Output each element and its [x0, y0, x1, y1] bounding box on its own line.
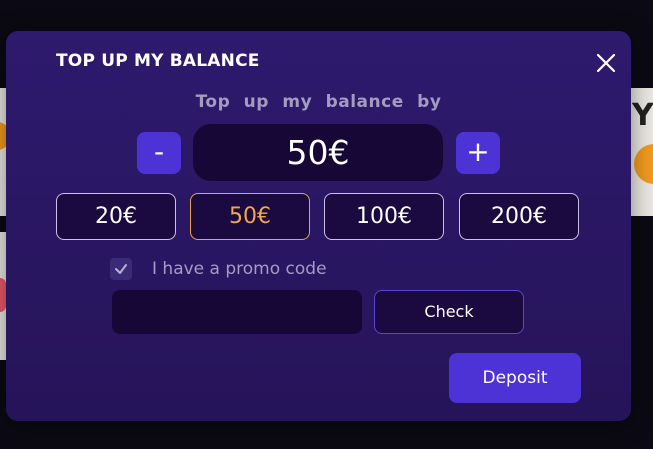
close-icon	[596, 53, 616, 73]
checkmark-icon	[115, 264, 127, 274]
preset-200-button[interactable]: 200€	[459, 193, 579, 240]
deposit-button[interactable]: Deposit	[449, 353, 581, 403]
amount-display[interactable]: 50€	[193, 124, 443, 181]
preset-50-button[interactable]: 50€	[190, 193, 310, 240]
close-button[interactable]	[594, 51, 618, 75]
modal-title: TOP UP MY BALANCE	[56, 51, 260, 71]
decrease-amount-button[interactable]: -	[137, 132, 181, 174]
promo-code-label: I have a promo code	[152, 259, 327, 279]
promo-code-checkbox[interactable]	[110, 258, 132, 280]
background-game-card: Y	[628, 88, 653, 216]
coin-graphic	[634, 144, 653, 184]
preset-20-button[interactable]: 20€	[56, 193, 176, 240]
check-promo-button[interactable]: Check	[374, 290, 524, 334]
increase-amount-button[interactable]: +	[456, 132, 500, 174]
preset-100-button[interactable]: 100€	[324, 193, 444, 240]
top-up-modal: TOP UP MY BALANCE Top up my balance by -…	[6, 31, 631, 421]
amount-prompt: Top up my balance by	[195, 92, 442, 112]
promo-code-input[interactable]	[112, 290, 362, 334]
game-logo-fragment: Y	[632, 98, 653, 133]
